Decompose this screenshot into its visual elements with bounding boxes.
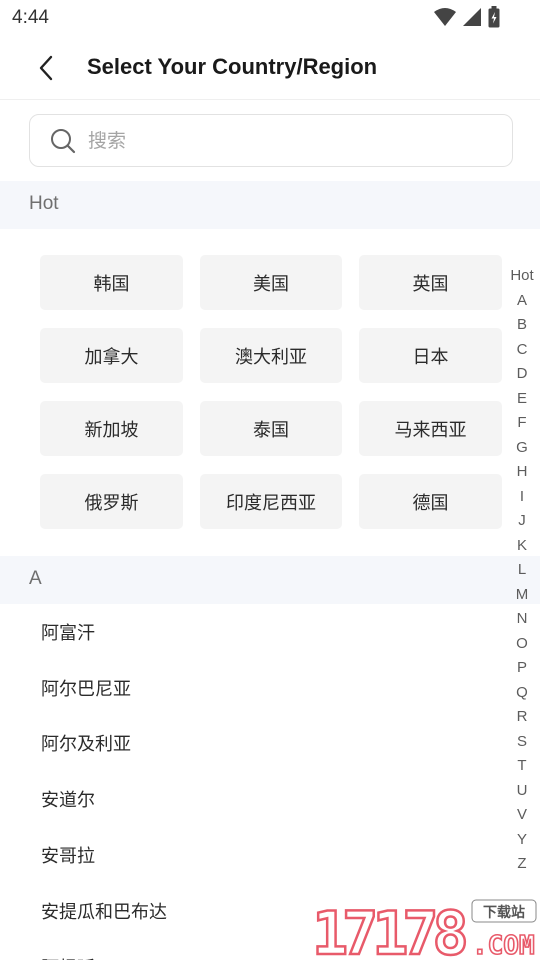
section-header-hot: Hot bbox=[0, 181, 540, 229]
hot-country-chip[interactable]: 俄罗斯 bbox=[40, 474, 183, 529]
index-item-k[interactable]: K bbox=[517, 534, 527, 559]
index-item-d[interactable]: D bbox=[517, 362, 528, 387]
hot-country-chip[interactable]: 加拿大 bbox=[40, 328, 183, 383]
search-icon bbox=[51, 129, 76, 154]
index-item-y[interactable]: Y bbox=[517, 828, 527, 853]
hot-country-chip[interactable]: 印度尼西亚 bbox=[200, 474, 342, 529]
battery-icon bbox=[488, 6, 500, 28]
country-list-item[interactable]: 安道尔 bbox=[0, 771, 505, 827]
index-item-p[interactable]: P bbox=[517, 656, 527, 681]
index-item-r[interactable]: R bbox=[517, 705, 528, 730]
index-item-c[interactable]: C bbox=[517, 338, 528, 363]
hot-country-chip[interactable]: 韩国 bbox=[40, 255, 183, 310]
signal-icon bbox=[463, 8, 481, 26]
section-label-a: A bbox=[29, 568, 42, 589]
section-label-hot: Hot bbox=[29, 193, 59, 214]
hot-country-chip[interactable]: 德国 bbox=[359, 474, 502, 529]
chevron-left-icon bbox=[39, 55, 53, 81]
watermark-tag: 下载站 bbox=[483, 904, 525, 921]
country-list-item[interactable]: 安哥拉 bbox=[0, 827, 505, 883]
alphabet-index-bar[interactable]: Hot A B C D E F G H I J K L M N O P Q R … bbox=[504, 264, 540, 877]
index-item-g[interactable]: G bbox=[516, 436, 528, 461]
wifi-icon bbox=[434, 8, 456, 26]
index-item-i[interactable]: I bbox=[520, 485, 524, 510]
hot-country-chip[interactable]: 美国 bbox=[200, 255, 342, 310]
hot-country-chip[interactable]: 新加坡 bbox=[40, 401, 183, 456]
index-item-z[interactable]: Z bbox=[517, 852, 526, 877]
index-item-s[interactable]: S bbox=[517, 730, 527, 755]
index-item-o[interactable]: O bbox=[516, 632, 528, 657]
index-item-q[interactable]: Q bbox=[516, 681, 528, 706]
index-item-l[interactable]: L bbox=[518, 558, 526, 583]
index-item-m[interactable]: M bbox=[516, 583, 529, 608]
country-list-item[interactable]: 阿富汗 bbox=[0, 604, 505, 660]
search-box[interactable] bbox=[29, 114, 513, 167]
index-item-f[interactable]: F bbox=[517, 411, 526, 436]
index-item-b[interactable]: B bbox=[517, 313, 527, 338]
status-time: 4:44 bbox=[12, 7, 49, 28]
hot-country-chip[interactable]: 泰国 bbox=[200, 401, 342, 456]
watermark-logo: 17178 下载站 .COM bbox=[312, 898, 537, 958]
index-item-v[interactable]: V bbox=[517, 803, 527, 828]
index-item-hot[interactable]: Hot bbox=[510, 264, 533, 289]
index-item-h[interactable]: H bbox=[517, 460, 528, 485]
hot-country-grid: 韩国 美国 英国 加拿大 澳大利亚 日本 新加坡 泰国 马来西亚 俄罗斯 印度尼… bbox=[40, 255, 502, 529]
status-icons bbox=[434, 6, 500, 28]
search-input[interactable] bbox=[88, 125, 488, 157]
page-title: Select Your Country/Region bbox=[87, 54, 378, 79]
section-header-a: A bbox=[0, 556, 540, 604]
index-item-u[interactable]: U bbox=[517, 779, 528, 804]
index-item-j[interactable]: J bbox=[518, 509, 526, 534]
index-item-a[interactable]: A bbox=[517, 289, 527, 314]
hot-country-chip[interactable]: 日本 bbox=[359, 328, 502, 383]
hot-country-chip[interactable]: 英国 bbox=[359, 255, 502, 310]
index-item-n[interactable]: N bbox=[517, 607, 528, 632]
watermark-suffix: .COM bbox=[472, 931, 535, 958]
country-list-item[interactable]: 阿尔及利亚 bbox=[0, 716, 505, 772]
watermark-number: 17178 bbox=[312, 899, 465, 958]
hot-country-chip[interactable]: 澳大利亚 bbox=[200, 328, 342, 383]
status-bar: 4:44 bbox=[0, 0, 540, 36]
country-list-item[interactable]: 阿尔巴尼亚 bbox=[0, 660, 505, 716]
hot-country-chip[interactable]: 马来西亚 bbox=[359, 401, 502, 456]
index-item-t[interactable]: T bbox=[517, 754, 526, 779]
index-item-e[interactable]: E bbox=[517, 387, 527, 412]
app-bar: Select Your Country/Region bbox=[0, 36, 540, 100]
back-button[interactable] bbox=[28, 50, 64, 86]
